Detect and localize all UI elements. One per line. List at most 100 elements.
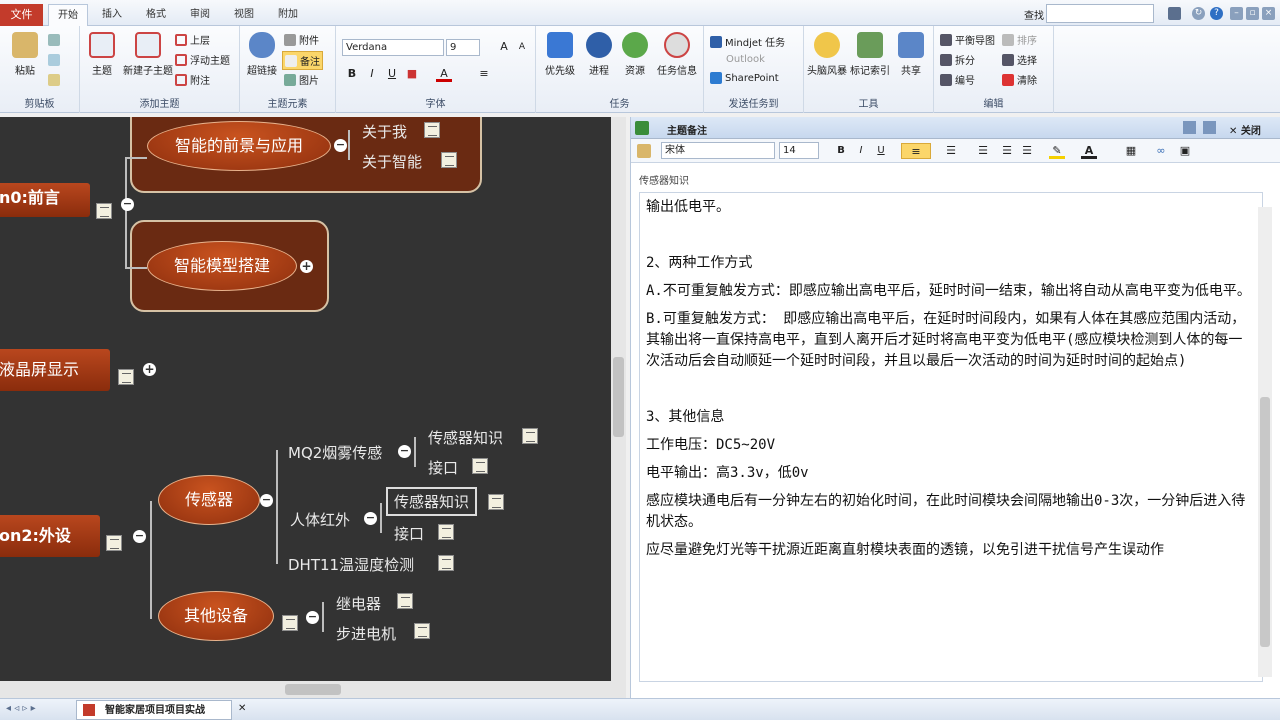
outlook-button[interactable]: Outlook [726, 54, 765, 65]
numbering-button[interactable]: ☰ [975, 143, 991, 159]
brainstorm-button[interactable]: 头脑风暴 [806, 32, 848, 77]
topic-other[interactable]: 其他设备 [158, 591, 274, 641]
expand-icon[interactable]: + [143, 363, 156, 376]
notes-editor[interactable]: 输出低电平。 2、两种工作方式 A.不可重复触发方式：即感应输出高电平后，延时时… [639, 192, 1263, 682]
paste-button[interactable]: 粘贴 [8, 32, 42, 77]
align-left-button[interactable]: ≡ [901, 143, 931, 159]
topic-dht11[interactable]: DHT11温湿度检测 [288, 554, 414, 575]
table-button[interactable]: ▦ [1123, 143, 1139, 159]
bold-button[interactable]: B [833, 143, 849, 159]
topic-relay[interactable]: 继电器 [336, 593, 381, 614]
progress-button[interactable]: 进程 [582, 32, 616, 77]
topic-infrared[interactable]: 人体红外 [290, 509, 350, 530]
image-button[interactable]: ▣ [1177, 143, 1193, 159]
notes-size-select[interactable]: 14 [779, 142, 819, 159]
topic-prospect[interactable]: 智能的前景与应用 [147, 121, 331, 171]
map-horizontal-scrollbar[interactable] [0, 681, 626, 698]
note-icon[interactable] [282, 615, 298, 631]
collapse-icon[interactable]: − [260, 494, 273, 507]
topic-mq2[interactable]: MQ2烟雾传感 [288, 442, 382, 463]
collapse-icon[interactable]: − [133, 530, 146, 543]
collapse-icon[interactable]: − [121, 198, 134, 211]
outdent-button[interactable]: ☰ [999, 143, 1015, 159]
tab-addons[interactable]: 附加 [268, 4, 308, 26]
note-icon[interactable] [414, 623, 430, 639]
share-button[interactable]: 共享 [894, 32, 928, 77]
notes-option-icon[interactable] [1203, 121, 1216, 134]
indent-button[interactable]: ☰ [1019, 143, 1035, 159]
topic-lcd[interactable]: 液晶屏显示 [0, 349, 110, 391]
format-painter-icon[interactable] [637, 144, 651, 158]
topic-knowledge2-selected[interactable]: 传感器知识 [386, 487, 478, 516]
collapse-icon[interactable]: − [398, 445, 411, 458]
floating-topic-button[interactable]: 浮动主题 [175, 52, 230, 67]
marker-index-button[interactable]: 标记索引 [850, 32, 890, 77]
note-icon[interactable] [441, 152, 457, 168]
font-color-button[interactable]: A [436, 66, 452, 82]
font-size-select[interactable]: 9 [446, 39, 480, 56]
font-family-select[interactable]: Verdana [342, 39, 444, 56]
scroll-thumb[interactable] [613, 357, 624, 437]
close-icon[interactable]: × [1262, 7, 1275, 20]
shrink-font-button[interactable]: A [514, 39, 530, 55]
topic-front[interactable]: n0:前言 [0, 183, 90, 217]
topic-model[interactable]: 智能模型搭建 [147, 241, 297, 291]
attachment-button[interactable]: 附件 [284, 32, 319, 47]
tab-file[interactable]: 文件 [0, 4, 43, 26]
sort-button[interactable]: 排序 [1002, 32, 1037, 47]
image-button[interactable]: 图片 [284, 72, 319, 87]
italic-button[interactable]: I [853, 143, 869, 159]
select-button[interactable]: 选择 [1002, 52, 1037, 67]
align-button[interactable]: ≡ [476, 66, 492, 82]
format-painter-button[interactable] [48, 74, 60, 86]
scroll-thumb[interactable] [1260, 397, 1270, 647]
underline-button[interactable]: U [873, 143, 889, 159]
font-color-button[interactable]: A [1081, 143, 1097, 159]
mind-map-canvas[interactable]: n0:前言 − 智能的前景与应用 − 关于我 关于智能 智能模型搭建 + 液晶屏… [0, 117, 611, 681]
refresh-icon[interactable]: ↻ [1192, 7, 1205, 20]
note-icon[interactable] [522, 428, 538, 444]
close-document-icon[interactable]: ✕ [238, 703, 246, 714]
minimize-icon[interactable]: – [1230, 7, 1243, 20]
topic-aboutme[interactable]: 关于我 [362, 121, 407, 142]
note-icon[interactable] [438, 524, 454, 540]
topic-sensor[interactable]: 传感器 [158, 475, 260, 525]
notes-button[interactable]: 备注 [282, 51, 323, 70]
note-icon[interactable] [488, 494, 504, 510]
note-icon[interactable] [424, 122, 440, 138]
topic-button[interactable]: 主题 [86, 32, 118, 77]
topic-aboutai[interactable]: 关于智能 [362, 151, 422, 172]
restore-icon[interactable]: ▫ [1246, 7, 1259, 20]
bold-button[interactable]: B [344, 66, 360, 82]
collapse-icon[interactable]: − [334, 139, 347, 152]
callout-button[interactable]: 附注 [175, 72, 210, 87]
hyperlink-button[interactable]: 超链接 [244, 32, 280, 77]
topic-port2[interactable]: 接口 [394, 523, 424, 544]
notes-option-icon[interactable] [1183, 121, 1196, 134]
grow-font-button[interactable]: A [496, 39, 512, 55]
collapse-icon[interactable]: − [306, 611, 319, 624]
note-icon[interactable] [472, 458, 488, 474]
copy-button[interactable] [48, 54, 60, 66]
expand-icon[interactable]: + [300, 260, 313, 273]
sharepoint-button[interactable]: SharePoint [710, 72, 779, 84]
note-icon[interactable] [96, 203, 112, 219]
bullets-button[interactable]: ☰ [943, 143, 959, 159]
link-button[interactable]: ∞ [1153, 143, 1169, 159]
tab-format[interactable]: 格式 [136, 4, 176, 26]
note-icon[interactable] [118, 369, 134, 385]
collapse-icon[interactable]: − [364, 512, 377, 525]
nav-arrows-icon[interactable]: ◂ ◃ ▹ ▸ [6, 703, 36, 714]
italic-button[interactable]: I [364, 66, 380, 82]
map-vertical-scrollbar[interactable] [611, 117, 626, 681]
tab-review[interactable]: 审阅 [180, 4, 220, 26]
document-tab[interactable]: 智能家居项目项目实战 [76, 700, 232, 720]
notes-font-select[interactable]: 宋体 [661, 142, 775, 159]
topic-knowledge1[interactable]: 传感器知识 [428, 427, 503, 448]
task-info-button[interactable]: 任务信息 [654, 32, 700, 77]
topic-stepper[interactable]: 步进电机 [336, 623, 396, 644]
resource-button[interactable]: 资源 [618, 32, 652, 77]
layout-icon[interactable] [1168, 7, 1181, 20]
scroll-thumb[interactable] [285, 684, 341, 695]
highlight-button[interactable]: ✎ [1049, 143, 1065, 159]
